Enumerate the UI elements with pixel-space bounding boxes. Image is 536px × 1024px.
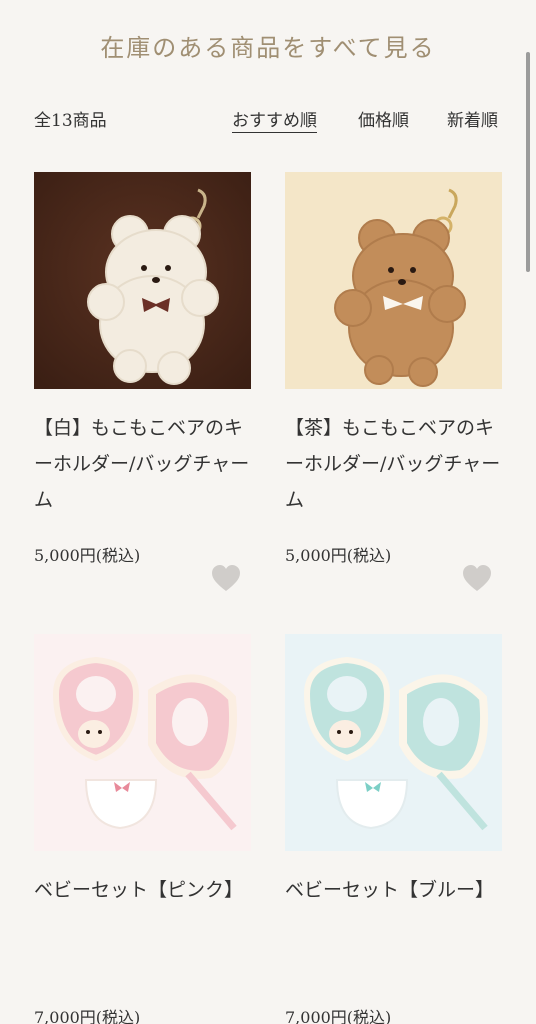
product-name[interactable]: ベビーセット【ピンク】 (34, 872, 254, 908)
product-name[interactable]: ベビーセット【ブルー】 (285, 872, 505, 908)
page-title: 在庫のある商品をすべて見る (100, 34, 436, 62)
product-price: 5,000円(税込) (34, 546, 141, 565)
product-count: 全13商品 (34, 111, 107, 131)
favorite-heart-icon[interactable] (211, 564, 241, 592)
product-price: 7,000円(税込) (34, 1008, 141, 1024)
sort-newest[interactable]: 新着順 (447, 106, 498, 131)
sort-recommended[interactable]: おすすめ順 (232, 106, 317, 133)
product-image-white-bear[interactable] (34, 172, 251, 389)
product-image-pink-baby-set[interactable] (34, 634, 251, 851)
favorite-heart-icon[interactable] (462, 564, 492, 592)
product-price: 5,000円(税込) (285, 546, 392, 565)
product-list-page: 在庫のある商品をすべて見る 全13商品 おすすめ順 価格順 新着順 【白】もこも… (0, 0, 536, 1024)
sort-price[interactable]: 価格順 (358, 106, 409, 131)
product-image-brown-bear[interactable] (285, 172, 502, 389)
product-price: 7,000円(税込) (285, 1008, 392, 1024)
scrollbar[interactable] (526, 52, 530, 272)
product-name[interactable]: 【白】もこもこベアのキーホルダー/バッグチャーム (34, 410, 254, 518)
product-image-blue-baby-set[interactable] (285, 634, 502, 851)
product-name[interactable]: 【茶】もこもこベアのキーホルダー/バッグチャーム (285, 410, 505, 518)
sort-toolbar: 全13商品 おすすめ順 価格順 新着順 (34, 106, 502, 133)
